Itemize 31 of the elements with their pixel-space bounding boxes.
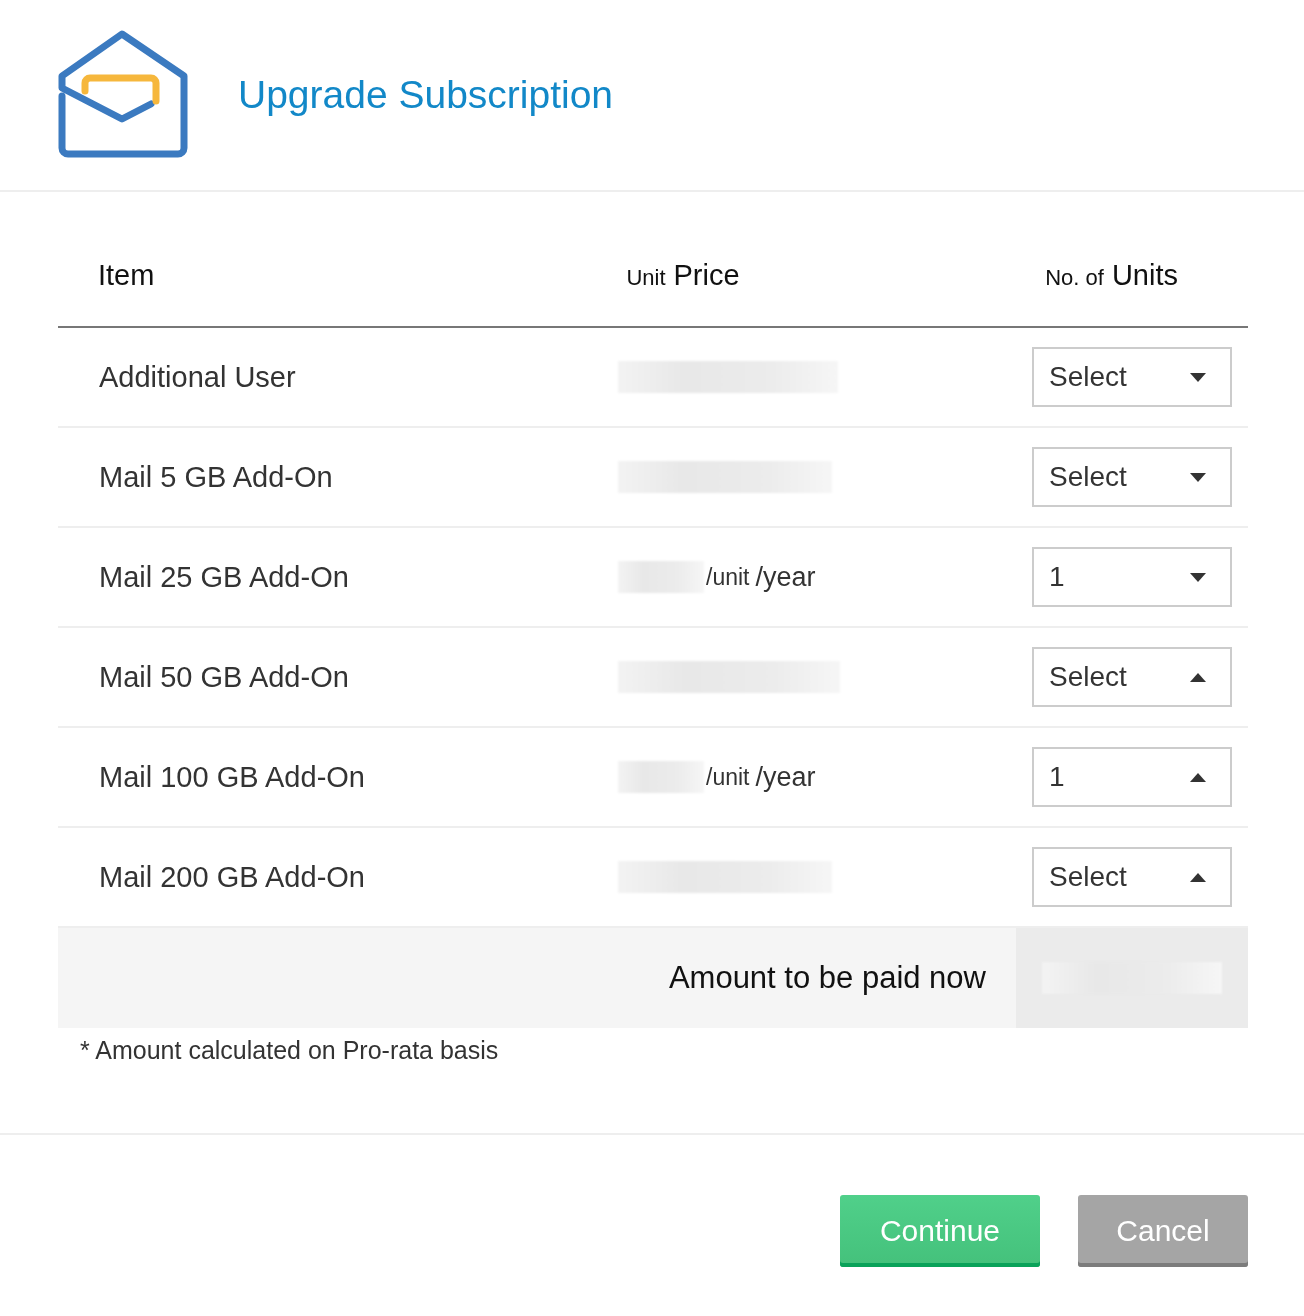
units-dropdown[interactable]: Select	[1032, 647, 1232, 707]
item-name: Mail 5 GB Add-On	[98, 460, 334, 494]
column-header: Unit	[626, 265, 666, 291]
column-header: No. of	[1045, 265, 1104, 291]
total-label: Amount to be paid now	[668, 960, 987, 996]
period-label: /year	[755, 761, 816, 793]
item-name: Mail 100 GB Add-On	[98, 760, 366, 794]
period-label: /year	[755, 561, 816, 593]
column-header: Price	[673, 259, 740, 292]
item-name: Mail 50 GB Add-On	[98, 660, 350, 694]
units-dropdown[interactable]: Select	[1032, 447, 1232, 507]
caret-down-icon	[1190, 372, 1206, 382]
units-dropdown[interactable]: 1	[1032, 547, 1232, 607]
envelope-logo-icon	[58, 30, 188, 160]
item-name: Mail 200 GB Add-On	[98, 860, 366, 894]
column-header: Item	[98, 259, 155, 292]
units-dropdown[interactable]: Select	[1032, 347, 1232, 407]
item-name: Mail 25 GB Add-On	[98, 560, 350, 594]
units-dropdown[interactable]: Select	[1032, 847, 1232, 907]
dialog-title: Upgrade Subscription	[238, 73, 614, 117]
unit-label: /unit	[706, 763, 750, 791]
caret-up-icon	[1190, 672, 1206, 682]
caret-down-icon	[1190, 472, 1206, 482]
caret-up-icon	[1190, 872, 1206, 882]
caret-up-icon	[1190, 772, 1206, 782]
footnote: * Amount calculated on Pro-rata basis	[80, 1036, 500, 1065]
unit-label: /unit	[706, 563, 750, 591]
column-header: Units	[1111, 259, 1178, 292]
item-name: Additional User	[98, 360, 297, 394]
units-dropdown[interactable]: 1	[1032, 747, 1232, 807]
caret-down-icon	[1190, 572, 1206, 582]
